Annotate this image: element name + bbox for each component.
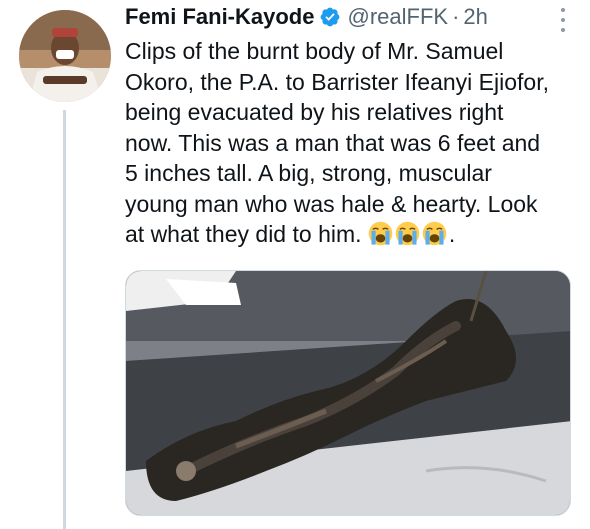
tweet-header: Femi Fani-Kayode @realFFK · 2h (125, 2, 488, 32)
more-dot-icon (561, 8, 565, 12)
tweet-text-line: Okoro, the P.A. to Barrister Ifeanyi Eji… (125, 68, 549, 95)
loudly-crying-face-icon (368, 221, 393, 246)
tweet-text-line: at what they did to him. (125, 221, 362, 247)
tweet-text-last-line: at what they did to him. . (125, 219, 577, 250)
timestamp[interactable]: 2h (463, 2, 487, 32)
tweet-text-line: 5 inches tall. A big, strong, muscular (125, 160, 492, 186)
thread-line (63, 110, 66, 529)
tweet-text-line: Clips of the burnt body of Mr. Samuel (125, 38, 504, 64)
more-dot-icon (561, 18, 565, 22)
trailing-period: . (448, 221, 456, 247)
verified-badge-icon (321, 7, 340, 27)
tweet-text: Clips of the burnt body of Mr. Samuel Ok… (125, 36, 577, 250)
tweet-text-line: young man who was hale & hearty. Look (125, 190, 538, 217)
more-options-button[interactable] (555, 8, 571, 32)
avatar[interactable] (19, 10, 111, 102)
avatar-column (0, 0, 125, 529)
tweet-media[interactable] (125, 270, 571, 516)
loudly-crying-face-icon (422, 221, 447, 246)
more-dot-icon (561, 28, 565, 32)
tweet-text-line: now. This was a man that was 6 feet and (125, 129, 541, 156)
avatar-photo (19, 10, 111, 102)
tweet: Femi Fani-Kayode @realFFK · 2h Clips of … (0, 0, 590, 529)
media-image (126, 271, 570, 515)
separator-dot: · (452, 4, 460, 29)
tweet-text-line: being evacuated by his relatives right (125, 99, 504, 125)
author-name[interactable]: Femi Fani-Kayode (125, 2, 314, 32)
loudly-crying-face-icon (395, 221, 420, 246)
author-handle[interactable]: @realFFK (347, 2, 448, 32)
